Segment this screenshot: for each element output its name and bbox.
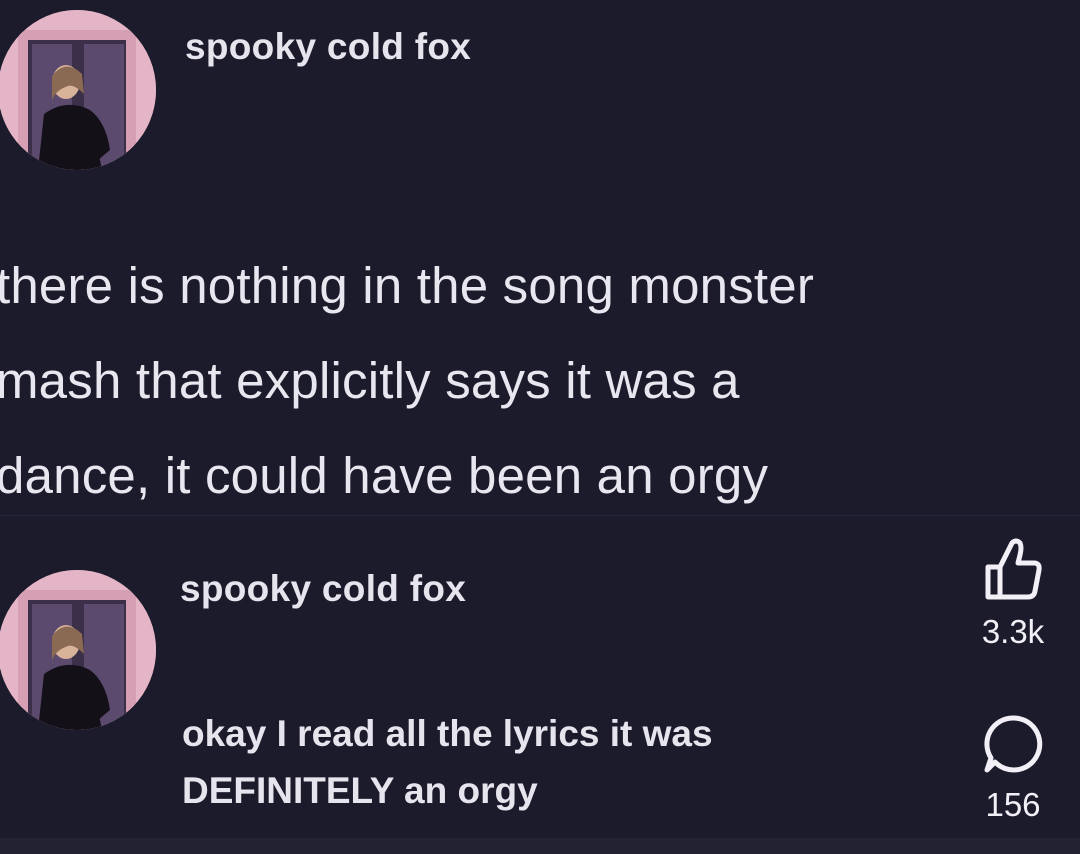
reply-line: DEFINITELY an orgy [182,770,538,811]
speech-bubble-icon [984,715,1043,773]
avatar[interactable] [0,570,156,730]
post-username[interactable]: spooky cold fox [185,26,471,68]
avatar-photo [0,10,156,170]
post-body: there is nothing in the song monster mas… [0,238,1080,523]
reply-body: okay I read all the lyrics it was DEFINI… [182,705,902,819]
bottom-edge [0,838,1080,854]
post-line: mash that explicitly says it was a [0,352,740,409]
divider [0,515,1080,516]
avatar[interactable] [0,10,156,170]
avatar-photo [0,570,156,730]
reply-line: okay I read all the lyrics it was [182,713,713,754]
post-line: dance, it could have been an orgy [0,447,769,504]
post-line: there is nothing in the song monster [0,257,815,314]
reply-username[interactable]: spooky cold fox [180,568,466,610]
like-button[interactable]: 3.3k [968,535,1058,651]
comment-button[interactable]: 156 [968,712,1058,824]
like-count: 3.3k [981,613,1045,650]
comment-count: 156 [985,786,1041,823]
thumbs-up-icon [985,538,1042,600]
